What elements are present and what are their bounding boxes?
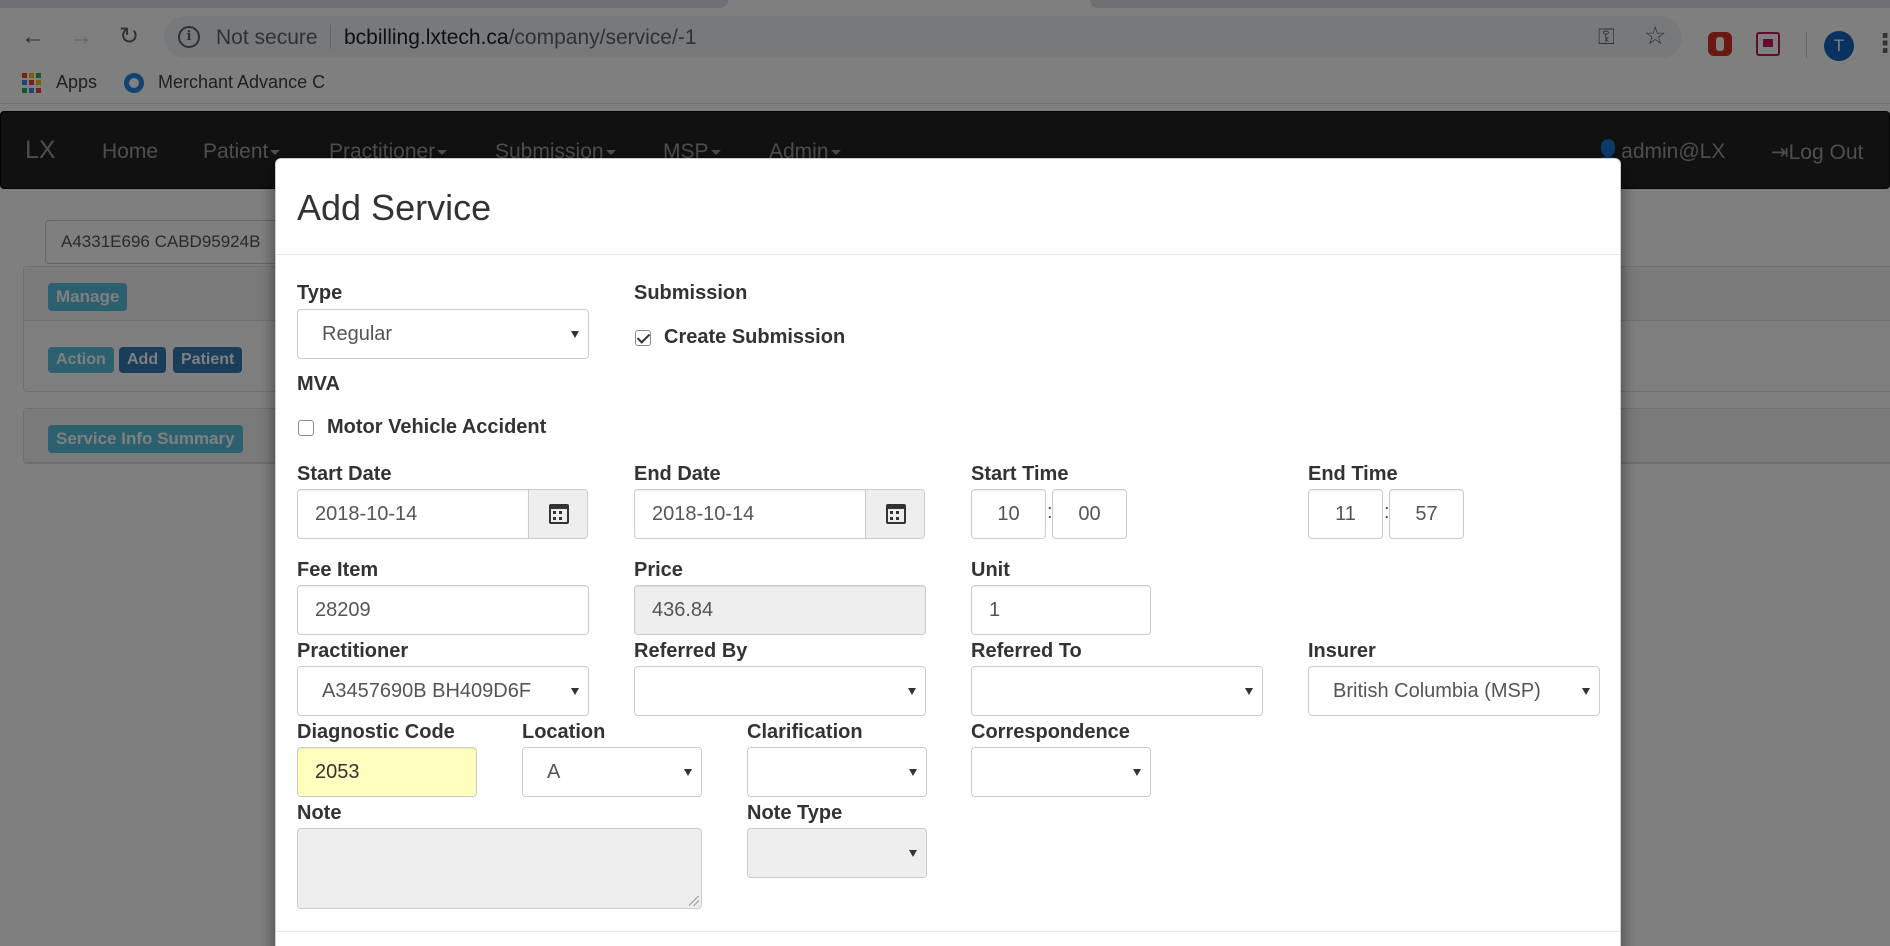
modal-title: Add Service [297,187,492,228]
dropdown-arrow-icon [1245,688,1253,695]
modal-header: Add Service [276,159,1620,255]
note-type-label: Note Type [747,802,843,824]
type-select[interactable]: Regular [297,309,589,359]
create-submission-label[interactable]: Create Submission [664,326,845,349]
referred-to-label: Referred To [971,640,1082,662]
dropdown-arrow-icon [684,769,692,776]
correspondence-label: Correspondence [971,721,1130,743]
start-date-input[interactable]: 2018-10-14 [297,489,529,539]
note-label: Note [297,802,342,824]
modal-footer-divider [276,931,1620,932]
start-time-minute-input[interactable]: 00 [1052,489,1127,539]
motor-vehicle-accident-checkbox[interactable] [298,420,314,436]
referred-to-select[interactable] [971,666,1263,716]
end-date-label: End Date [634,463,721,485]
fee-item-input[interactable]: 28209 [297,585,589,635]
start-date-calendar-button[interactable] [528,489,588,539]
end-date-input[interactable]: 2018-10-14 [634,489,866,539]
insurer-select[interactable]: British Columbia (MSP) [1308,666,1600,716]
start-time-label: Start Time [971,463,1069,485]
dropdown-arrow-icon [1133,769,1141,776]
dropdown-arrow-icon [908,688,916,695]
dropdown-arrow-icon [909,850,917,857]
end-time-label: End Time [1308,463,1398,485]
practitioner-select[interactable]: A3457690B BH409D6F [297,666,589,716]
add-service-modal: Add Service Type Regular Submission Crea… [275,158,1621,946]
end-time-minute-input[interactable]: 57 [1389,489,1464,539]
create-submission-checkbox[interactable] [635,330,651,346]
note-type-select [747,828,927,878]
referred-by-label: Referred By [634,640,748,662]
submission-label: Submission [634,282,748,304]
resize-handle-icon[interactable] [689,896,699,906]
calendar-icon [549,504,569,524]
type-label: Type [297,282,343,304]
diagnostic-code-label: Diagnostic Code [297,721,455,743]
price-input: 436.84 [634,585,926,635]
note-textarea[interactable] [297,828,702,909]
dropdown-arrow-icon [1582,688,1590,695]
dropdown-arrow-icon [909,769,917,776]
end-time-hour-input[interactable]: 11 [1308,489,1383,539]
insurer-label: Insurer [1308,640,1376,662]
motor-vehicle-accident-label[interactable]: Motor Vehicle Accident [327,416,546,439]
unit-label: Unit [971,559,1010,581]
mva-label: MVA [297,373,340,395]
fee-item-label: Fee Item [297,559,379,581]
diagnostic-code-input[interactable]: 2053 [297,747,477,797]
practitioner-label: Practitioner [297,640,409,662]
correspondence-select[interactable] [971,747,1151,797]
clarification-label: Clarification [747,721,863,743]
dropdown-arrow-icon [571,331,579,338]
start-date-label: Start Date [297,463,392,485]
dropdown-arrow-icon [571,688,579,695]
unit-input[interactable]: 1 [971,585,1151,635]
calendar-icon [886,504,906,524]
end-date-calendar-button[interactable] [865,489,925,539]
clarification-select[interactable] [747,747,927,797]
referred-by-select[interactable] [634,666,926,716]
location-select[interactable]: A [522,747,702,797]
price-label: Price [634,559,683,581]
start-time-hour-input[interactable]: 10 [971,489,1046,539]
location-label: Location [522,721,606,743]
